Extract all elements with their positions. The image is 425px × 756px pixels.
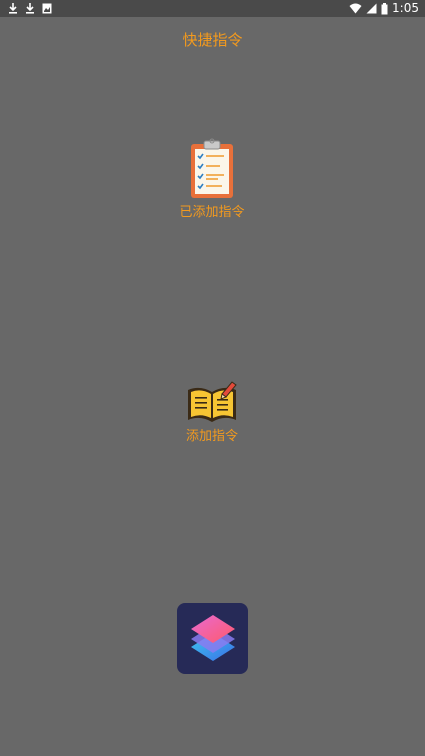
download-icon: [26, 3, 34, 14]
status-bar: 1:05: [0, 0, 425, 17]
status-right-icons: 1:05: [349, 1, 419, 16]
image-icon: [42, 3, 52, 13]
open-book-pencil-icon: [188, 381, 237, 422]
battery-icon: [381, 2, 388, 14]
added-shortcuts-label: 已添加指令: [179, 205, 245, 220]
shortcuts-app-icon: [190, 614, 235, 661]
download-icon: [9, 3, 17, 14]
added-shortcuts-button[interactable]: 已添加指令: [112, 138, 312, 222]
shortcuts-app-button[interactable]: [177, 603, 248, 674]
signal-icon: [366, 3, 377, 14]
page-title: 快捷指令: [182, 31, 243, 49]
status-time: 1:05: [392, 1, 419, 15]
screen: 1:05 快捷指令 已添加指令 添加指令: [0, 0, 425, 756]
add-shortcut-label: 添加指令: [185, 429, 238, 444]
wifi-icon: [349, 3, 362, 14]
status-left-icons: [8, 2, 52, 14]
clipboard-checklist-icon: [191, 138, 233, 198]
add-shortcut-button[interactable]: 添加指令: [112, 380, 312, 446]
